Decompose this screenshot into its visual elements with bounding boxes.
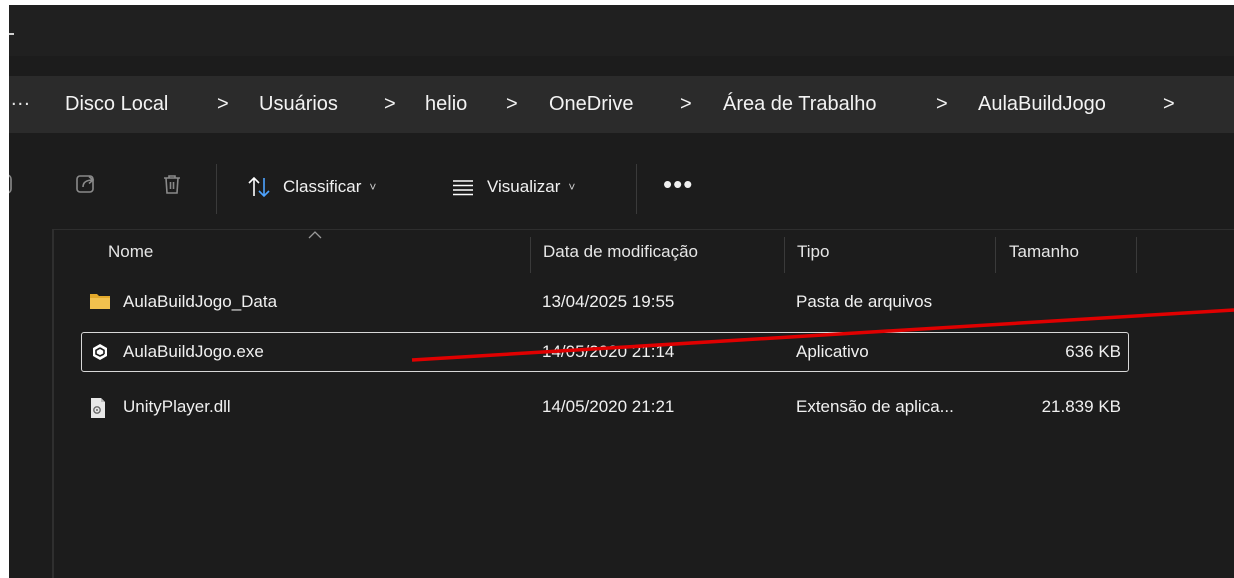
navigation-pane[interactable] <box>9 229 54 578</box>
address-bar[interactable]: ... Disco Local > Usuários > helio > One… <box>9 76 1234 133</box>
unity-app-icon <box>90 342 110 367</box>
file-row[interactable]: UnityPlayer.dll 14/05/2020 21:21 Extensã… <box>81 387 1129 427</box>
file-type: Pasta de arquivos <box>796 292 933 311</box>
trash-icon[interactable] <box>161 173 183 200</box>
file-date: 14/05/2020 21:21 <box>542 397 675 416</box>
column-divider[interactable] <box>784 237 785 273</box>
breadcrumb-helio[interactable]: helio <box>425 76 467 133</box>
dll-file-icon <box>89 397 107 424</box>
title-bar-mark <box>9 33 14 35</box>
column-header: Nome Data de modificação Tipo Tamanho <box>53 229 1234 279</box>
column-size[interactable]: Tamanho <box>1009 229 1079 279</box>
file-date: 13/04/2025 19:55 <box>542 292 675 311</box>
breadcrumb-disco-local[interactable]: Disco Local <box>65 76 168 133</box>
file-type: Extensão de aplica... <box>796 397 954 416</box>
chevron-right-icon[interactable]: > <box>217 76 229 133</box>
column-divider[interactable] <box>995 237 996 273</box>
chevron-right-icon[interactable]: > <box>936 76 948 133</box>
breadcrumb-usuarios[interactable]: Usuários <box>259 76 338 133</box>
file-date: 14/05/2020 21:14 <box>542 342 675 361</box>
view-button[interactable]: Visualizar ˅ <box>451 169 575 205</box>
file-name: AulaBuildJogo_Data <box>123 292 278 311</box>
share-icon[interactable] <box>75 173 97 200</box>
toolbar-divider <box>216 164 217 214</box>
chevron-down-icon: ˅ <box>369 180 377 194</box>
chevron-right-icon[interactable]: > <box>1163 76 1175 133</box>
title-bar <box>9 5 1234 56</box>
view-lines-icon <box>453 180 473 196</box>
sort-caret-icon <box>308 229 322 243</box>
more-options-button[interactable]: ••• <box>663 169 693 199</box>
sort-arrows-icon <box>248 176 270 198</box>
view-label: Visualizar <box>487 177 561 196</box>
folder-icon <box>89 292 111 315</box>
column-name[interactable]: Nome <box>108 229 153 279</box>
partial-icon[interactable] <box>9 173 13 200</box>
file-size <box>981 282 1121 322</box>
address-overflow-button[interactable]: ... <box>11 88 31 111</box>
breadcrumb-aulabuildjogo[interactable]: AulaBuildJogo <box>978 76 1106 133</box>
breadcrumb-onedrive[interactable]: OneDrive <box>549 76 633 133</box>
sort-label: Classificar <box>283 177 362 196</box>
file-name: AulaBuildJogo.exe <box>123 342 264 361</box>
chevron-right-icon[interactable]: > <box>506 76 518 133</box>
column-divider[interactable] <box>1136 237 1137 273</box>
column-divider[interactable] <box>530 237 531 273</box>
toolbar-divider <box>636 164 637 214</box>
breadcrumb-area-de-trabalho[interactable]: Área de Trabalho <box>723 76 876 133</box>
file-row[interactable]: AulaBuildJogo.exe 14/05/2020 21:14 Aplic… <box>81 332 1129 372</box>
command-bar: Classificar ˅ Visualizar ˅ ••• <box>9 147 1234 230</box>
file-size: 636 KB <box>1065 342 1121 361</box>
column-date[interactable]: Data de modificação <box>543 229 698 279</box>
sort-button[interactable]: Classificar ˅ <box>247 169 376 205</box>
column-type[interactable]: Tipo <box>797 229 829 279</box>
chevron-right-icon[interactable]: > <box>680 76 692 133</box>
chevron-right-icon[interactable]: > <box>384 76 396 133</box>
file-type: Aplicativo <box>796 342 869 361</box>
file-size: 21.839 KB <box>1041 397 1121 416</box>
file-name: UnityPlayer.dll <box>123 397 231 416</box>
chevron-down-icon: ˅ <box>568 180 576 194</box>
file-explorer-window: ... Disco Local > Usuários > helio > One… <box>9 5 1234 578</box>
file-row[interactable]: AulaBuildJogo_Data 13/04/2025 19:55 Past… <box>81 282 1129 322</box>
